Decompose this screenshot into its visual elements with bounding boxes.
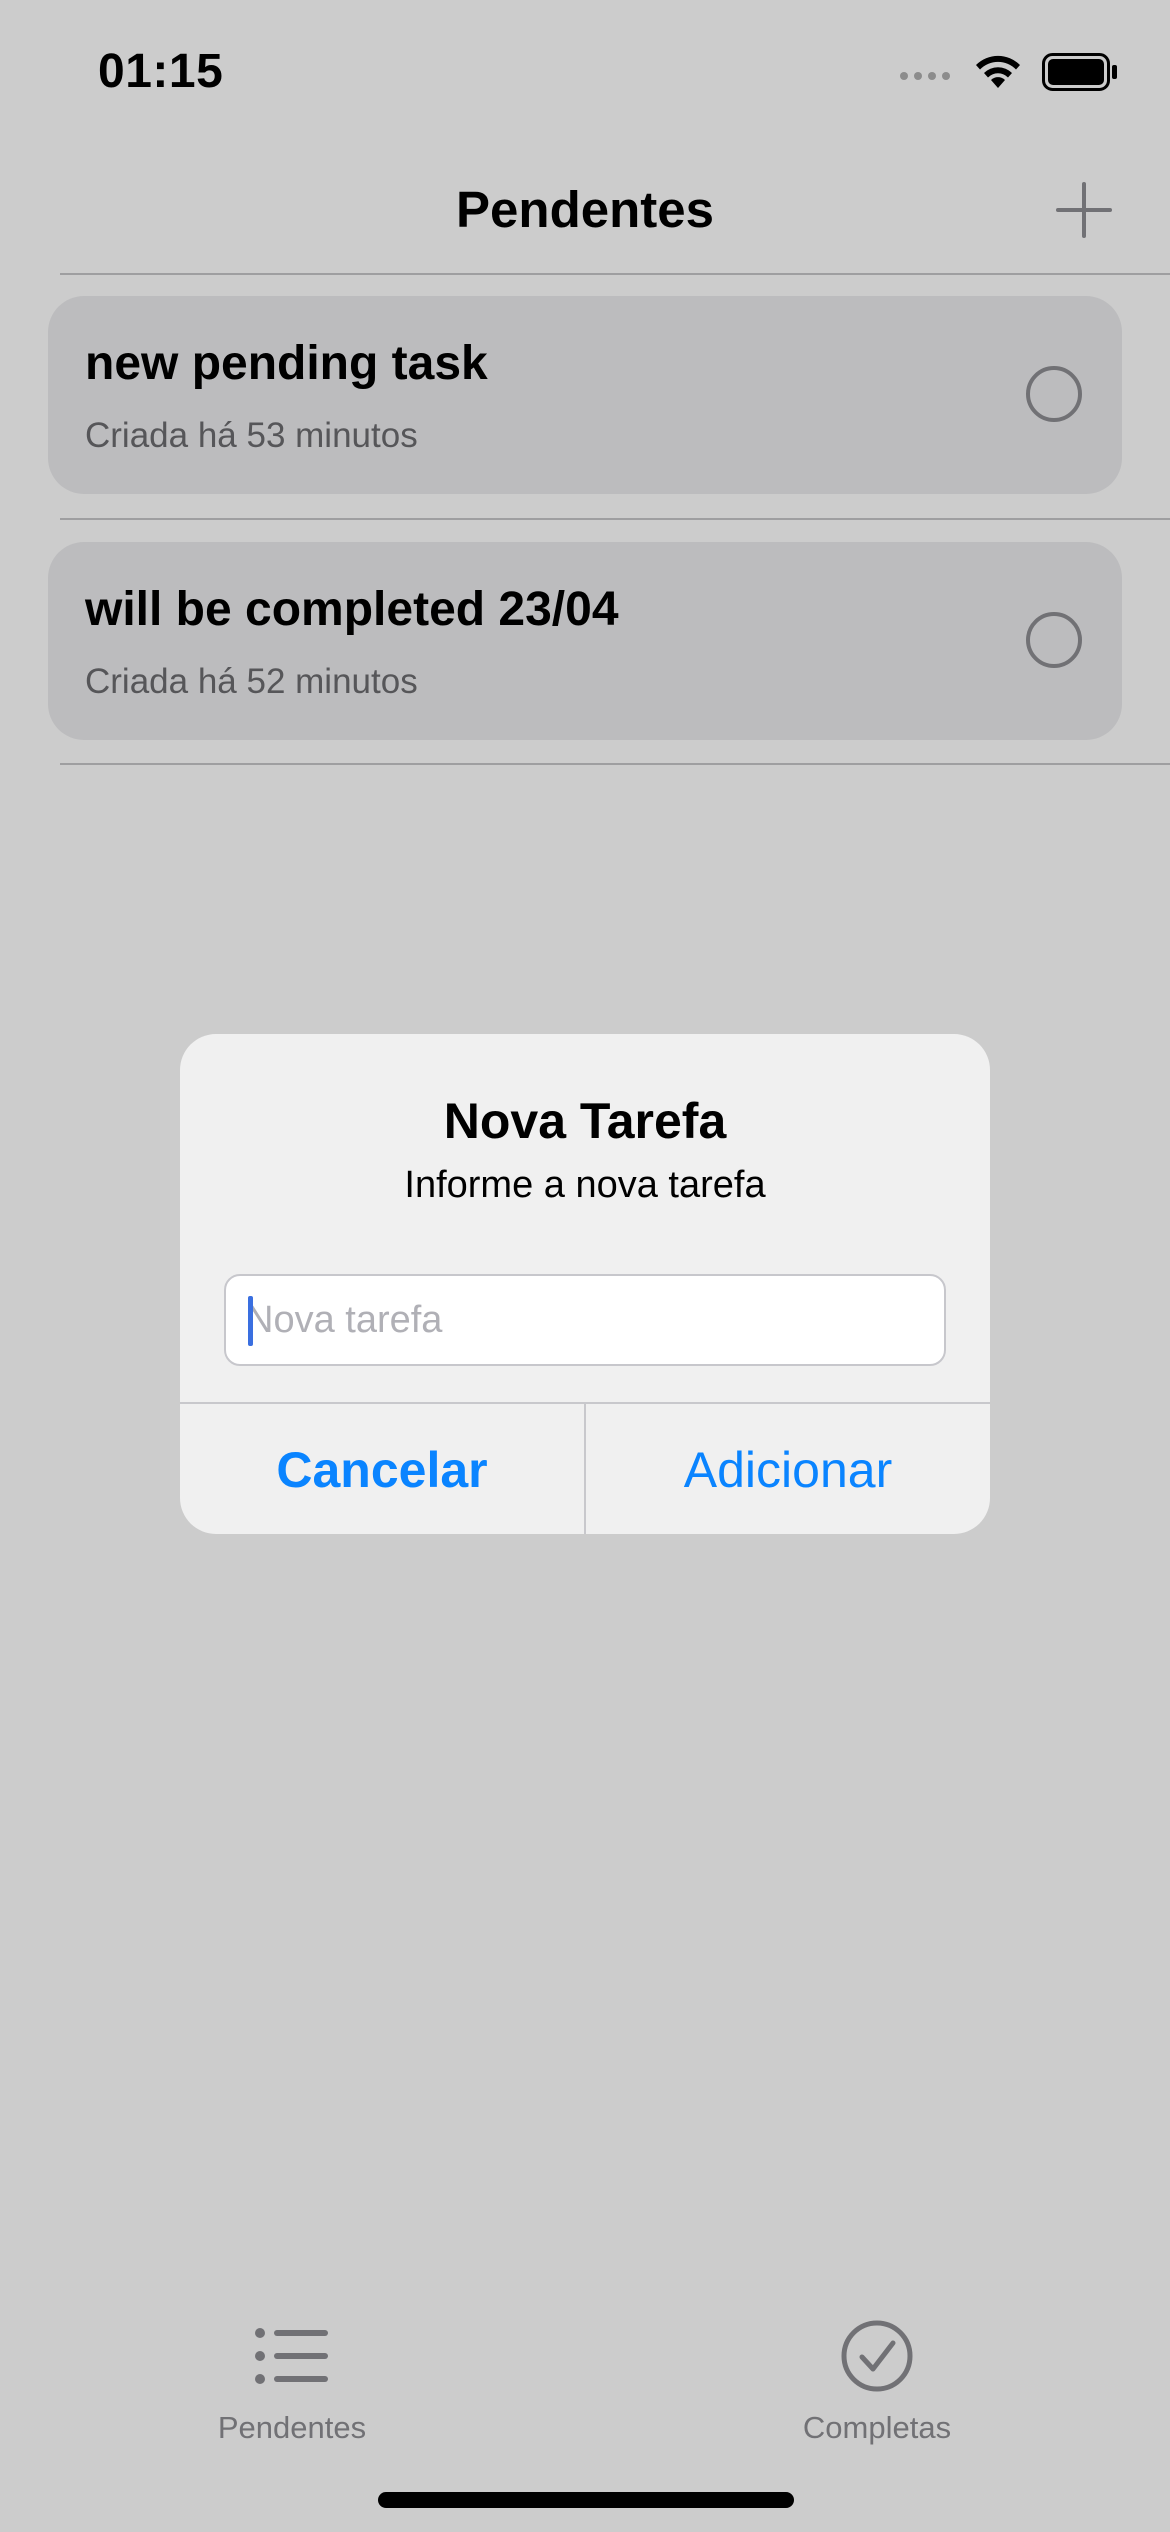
- app-screen: 01:15 Pendentes new pending task Criada …: [0, 0, 1170, 2532]
- add-button[interactable]: Adicionar: [586, 1404, 990, 1534]
- alert-message: Informe a nova tarefa: [404, 1164, 766, 1206]
- alert-title: Nova Tarefa: [443, 1093, 727, 1149]
- new-task-input[interactable]: [224, 1274, 946, 1366]
- text-cursor: [248, 1296, 253, 1346]
- alert-actions: Cancelar Adicionar: [180, 1402, 990, 1534]
- new-task-alert: Nova Tarefa Informe a nova tarefa Cancel…: [180, 1034, 990, 1534]
- cancel-button[interactable]: Cancelar: [180, 1404, 584, 1534]
